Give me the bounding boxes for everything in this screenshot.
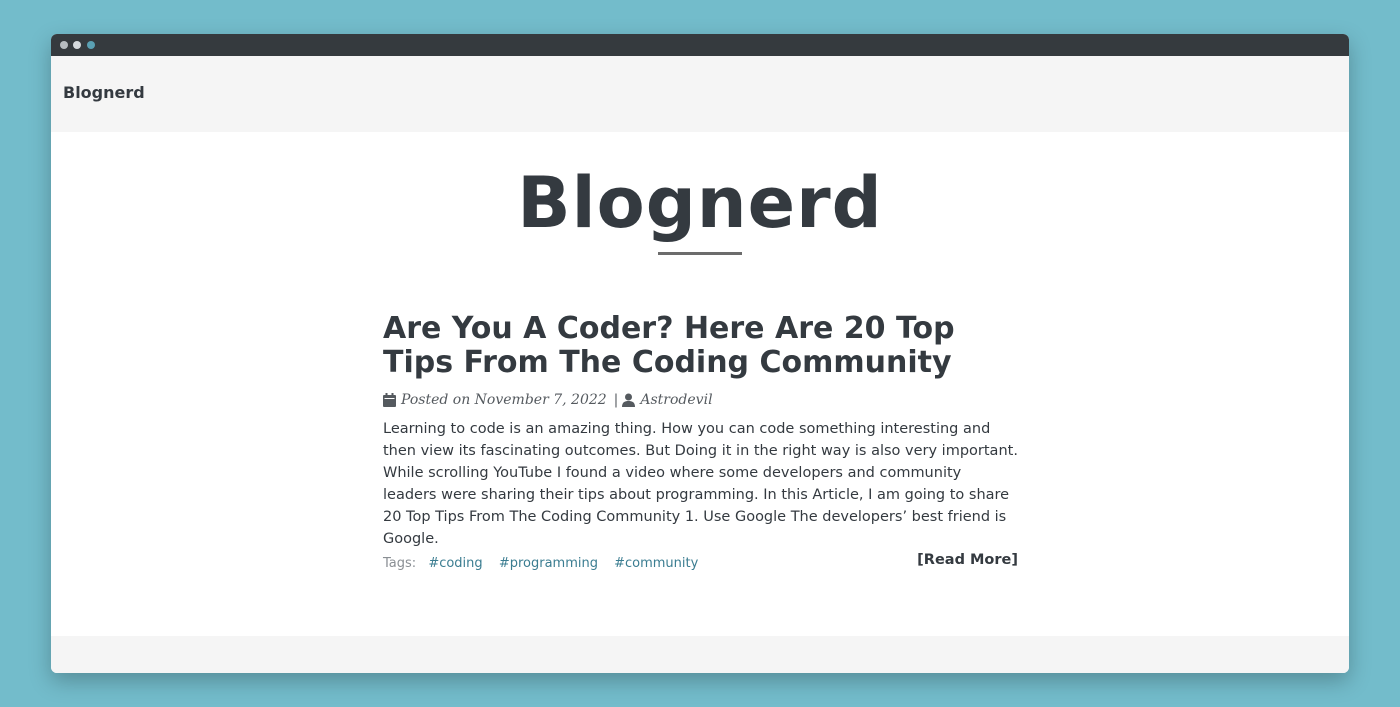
- page-footer: [51, 636, 1349, 673]
- window-minimize-dot[interactable]: [73, 41, 81, 49]
- navbar-brand-link[interactable]: Blognerd: [63, 83, 145, 102]
- post-excerpt: Learning to code is an amazing thing. Ho…: [383, 421, 1018, 547]
- post-tags: Tags: #coding #programming #community: [383, 556, 698, 571]
- navbar: Blognerd: [51, 56, 1349, 132]
- tag-link-programming[interactable]: #programming: [499, 556, 598, 571]
- title-underline: [658, 252, 742, 255]
- post-date: Posted on November 7, 2022: [401, 392, 607, 408]
- calendar-icon: [383, 393, 397, 407]
- user-icon: [622, 393, 636, 407]
- read-more-link[interactable]: [Read More]: [917, 552, 1018, 568]
- window-titlebar: [51, 34, 1349, 56]
- meta-separator: |: [613, 392, 619, 408]
- post-meta: Posted on November 7, 2022 | Astrodevil: [383, 390, 1018, 410]
- tag-link-community[interactable]: #community: [614, 556, 698, 571]
- browser-window: Blognerd Blognerd Are You A Coder? Here …: [51, 34, 1349, 673]
- tag-link-coding[interactable]: #coding: [428, 556, 482, 571]
- window-close-dot[interactable]: [60, 41, 68, 49]
- post-card: Are You A Coder? Here Are 20 Top Tips Fr…: [383, 312, 1018, 574]
- site-title: Blognerd: [517, 162, 883, 244]
- tags-label: Tags:: [383, 556, 417, 571]
- post-footer-row: Tags: #coding #programming #community [R…: [383, 552, 1018, 574]
- post-author: Astrodevil: [640, 392, 713, 408]
- post-title[interactable]: Are You A Coder? Here Are 20 Top Tips Fr…: [383, 312, 1018, 380]
- window-maximize-dot[interactable]: [87, 41, 95, 49]
